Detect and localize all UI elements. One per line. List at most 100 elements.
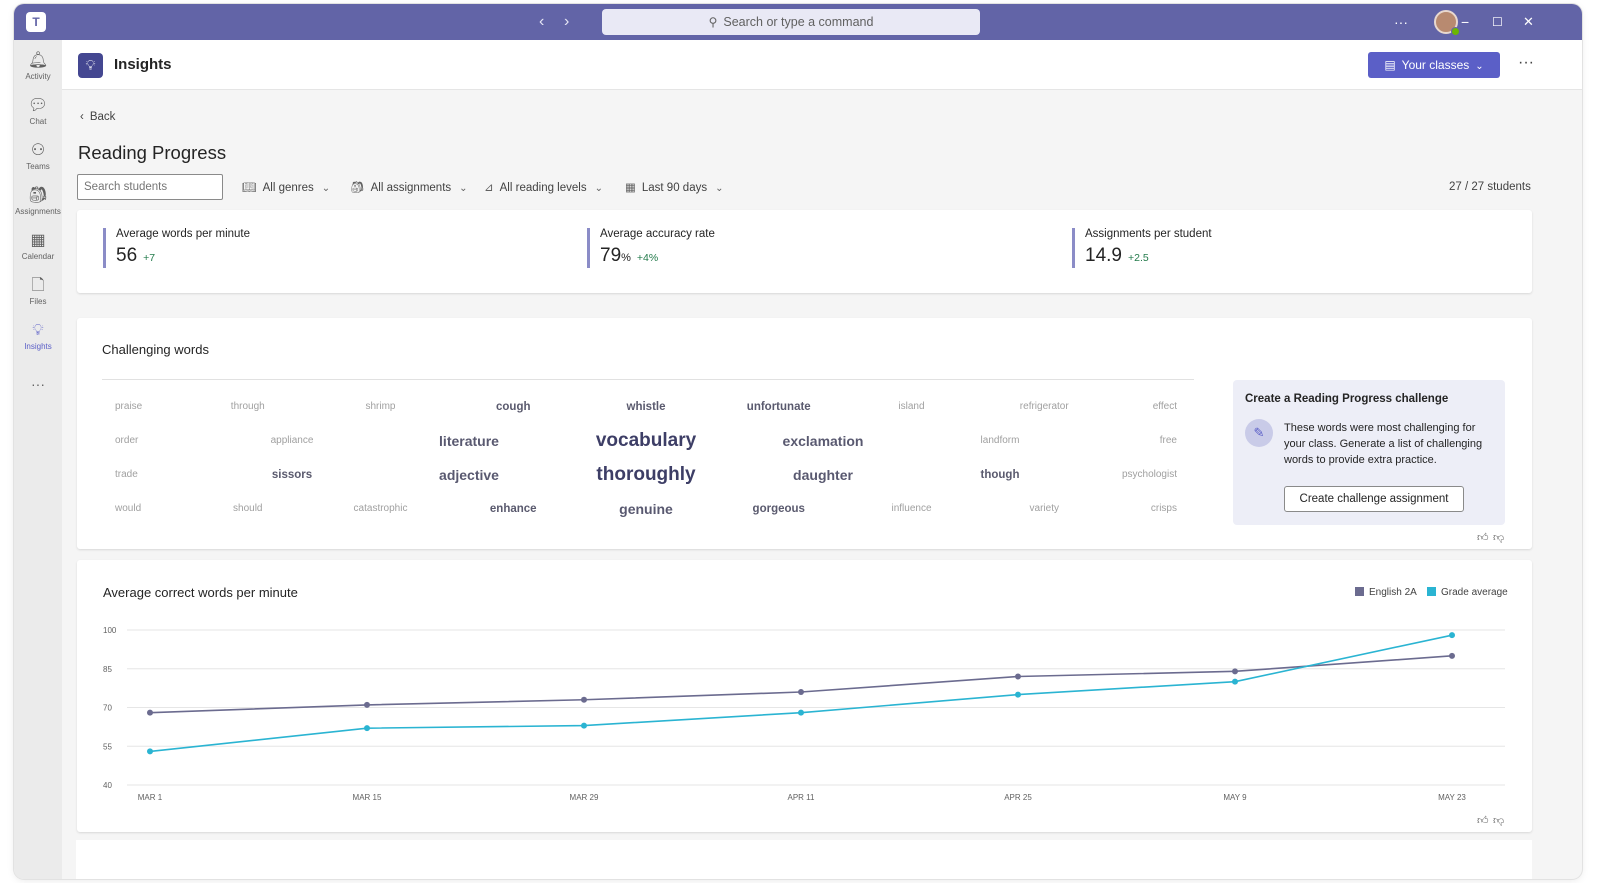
teams-icon: ⚇ xyxy=(30,142,46,159)
rail-item-chat[interactable]: 💬︎ Chat xyxy=(14,97,62,126)
rail-item-teams[interactable]: ⚇ Teams xyxy=(14,142,62,171)
create-challenge-button[interactable]: Create challenge assignment xyxy=(1284,486,1464,512)
y-tick-label: 85 xyxy=(103,665,112,674)
x-tick-label: MAY 23 xyxy=(1438,793,1466,802)
challenge-panel: Create a Reading Progress challenge ✎ Th… xyxy=(1233,380,1505,525)
data-point[interactable] xyxy=(1232,668,1238,675)
back-link[interactable]: ‹ Back xyxy=(80,111,115,123)
filter-label: Last 90 days xyxy=(641,182,708,194)
metric-words-per-minute: Average words per minute 56 +7 xyxy=(103,228,250,268)
data-point[interactable] xyxy=(147,748,153,755)
data-point[interactable] xyxy=(1449,652,1455,659)
filter-label: All genres xyxy=(262,182,314,194)
next-card-edge xyxy=(76,840,1532,879)
minimize-button[interactable]: − xyxy=(1461,12,1469,32)
data-point[interactable] xyxy=(1015,691,1021,698)
challenging-word: catastrophic xyxy=(353,503,408,514)
page-title: Reading Progress xyxy=(78,142,227,163)
data-point[interactable] xyxy=(147,709,153,716)
metric-delta: +2.5 xyxy=(1127,252,1149,264)
filter-genres[interactable]: 📖︎ All genres ⌄ xyxy=(242,180,330,194)
backpack-icon: 🎒︎ xyxy=(350,182,365,194)
metric-value: 14.9 xyxy=(1085,245,1122,266)
rail-item-assignments[interactable]: 🎒︎ Assignments xyxy=(14,187,62,216)
challenging-word: crisps xyxy=(1150,503,1177,514)
challenging-word: psychologist xyxy=(1121,469,1177,480)
challenging-word: through xyxy=(230,401,265,412)
data-point[interactable] xyxy=(1015,673,1021,680)
close-button[interactable]: ✕ xyxy=(1523,12,1534,32)
metric-value-row: 56 +7 xyxy=(116,245,250,267)
data-point[interactable] xyxy=(364,701,370,708)
challenging-word: should xyxy=(233,503,263,514)
insights-icon: 💡︎ xyxy=(32,322,44,339)
thumbs-up-icon[interactable]: 👍︎ xyxy=(1477,531,1489,544)
teams-window: T ‹ › ⚲ Search or type a command ··· − ☐ … xyxy=(14,4,1582,879)
metric-value: 79 xyxy=(600,245,622,266)
x-tick-label: MAR 29 xyxy=(570,793,599,802)
data-point[interactable] xyxy=(798,709,804,716)
data-point[interactable] xyxy=(1232,678,1238,685)
x-tick-label: MAR 1 xyxy=(138,793,163,802)
search-students-input[interactable] xyxy=(77,174,223,200)
metrics-card: Average words per minute 56 +7 Average ac… xyxy=(77,210,1532,293)
metric-label: Average accuracy rate xyxy=(600,228,715,240)
challenging-word: effect xyxy=(1152,401,1177,412)
rail-label: Assignments xyxy=(15,207,61,216)
your-classes-button[interactable]: ▤ Your classes ⌄ xyxy=(1368,52,1500,78)
challenge-icon: ✎ xyxy=(1245,419,1273,447)
calendar-icon: ▦ xyxy=(625,182,636,194)
challenge-description: These words were most challenging for yo… xyxy=(1284,422,1483,466)
rail-label: Insights xyxy=(24,342,52,351)
data-point[interactable] xyxy=(798,689,804,695)
challenging-word: thoroughly xyxy=(596,464,696,485)
back-arrow-icon[interactable]: ‹ xyxy=(539,12,544,32)
rail-label: Teams xyxy=(26,162,50,171)
maximize-button[interactable]: ☐ xyxy=(1492,12,1503,32)
challenging-word: exclamation xyxy=(782,433,864,449)
divider xyxy=(102,379,1194,380)
assignments-icon: 🎒︎ xyxy=(27,187,49,204)
rail-item-activity[interactable]: 🔔︎ Activity xyxy=(14,52,62,81)
rail-item-files[interactable]: 🗋 Files xyxy=(14,277,62,306)
challenging-word: praise xyxy=(115,401,143,412)
filter-assignments[interactable]: 🎒︎ All assignments ⌄ xyxy=(350,180,468,194)
challenging-words-title: Challenging words xyxy=(102,342,209,357)
more-options-icon[interactable]: ··· xyxy=(1394,12,1408,32)
data-point[interactable] xyxy=(364,725,370,732)
challenging-word: would xyxy=(115,503,142,514)
rail-label: Chat xyxy=(29,117,47,126)
data-point[interactable] xyxy=(581,722,587,729)
title-bar: T ‹ › ⚲ Search or type a command ··· − ☐ … xyxy=(14,4,1582,40)
challenging-word: refrigerator xyxy=(1019,401,1069,412)
rail-item-calendar[interactable]: ▦ Calendar xyxy=(14,232,62,261)
metric-value: 56 xyxy=(116,245,138,266)
chevron-left-icon: ‹ xyxy=(80,111,84,123)
book-icon: 📖︎ xyxy=(242,182,257,194)
command-search-placeholder: Search or type a command xyxy=(723,15,874,29)
data-point[interactable] xyxy=(581,696,587,703)
filter-reading-levels[interactable]: ⊿ All reading levels ⌄ xyxy=(484,180,603,194)
data-point[interactable] xyxy=(1449,632,1455,639)
level-icon: ⊿ xyxy=(484,182,494,194)
presence-badge xyxy=(1451,27,1460,36)
challenging-word: daughter xyxy=(793,467,853,483)
challenging-word: adjective xyxy=(439,467,499,483)
command-search[interactable]: ⚲ Search or type a command xyxy=(602,9,980,35)
forward-arrow-icon[interactable]: › xyxy=(564,12,569,32)
x-tick-label: APR 11 xyxy=(788,793,816,802)
rail-item-insights[interactable]: 💡︎ Insights xyxy=(14,322,62,351)
rail-label: Calendar xyxy=(21,252,55,261)
chevron-down-icon: ⌄ xyxy=(1475,61,1484,72)
thumbs-up-icon[interactable]: 👍︎ xyxy=(1477,814,1489,827)
filter-date-range[interactable]: ▦ Last 90 days ⌄ xyxy=(625,180,723,194)
thumbs-down-icon[interactable]: 👎︎ xyxy=(1493,531,1504,544)
filter-label: All assignments xyxy=(370,182,452,194)
header-more-icon[interactable]: ··· xyxy=(1518,54,1534,72)
rail-more-apps[interactable]: ··· xyxy=(14,376,62,392)
challenging-word: variety xyxy=(1029,503,1059,514)
thumbs-down-icon[interactable]: 👎︎ xyxy=(1493,814,1504,827)
teams-logo-icon: T xyxy=(26,12,46,32)
app-title: Insights xyxy=(114,56,172,73)
challenging-word: free xyxy=(1159,435,1177,446)
